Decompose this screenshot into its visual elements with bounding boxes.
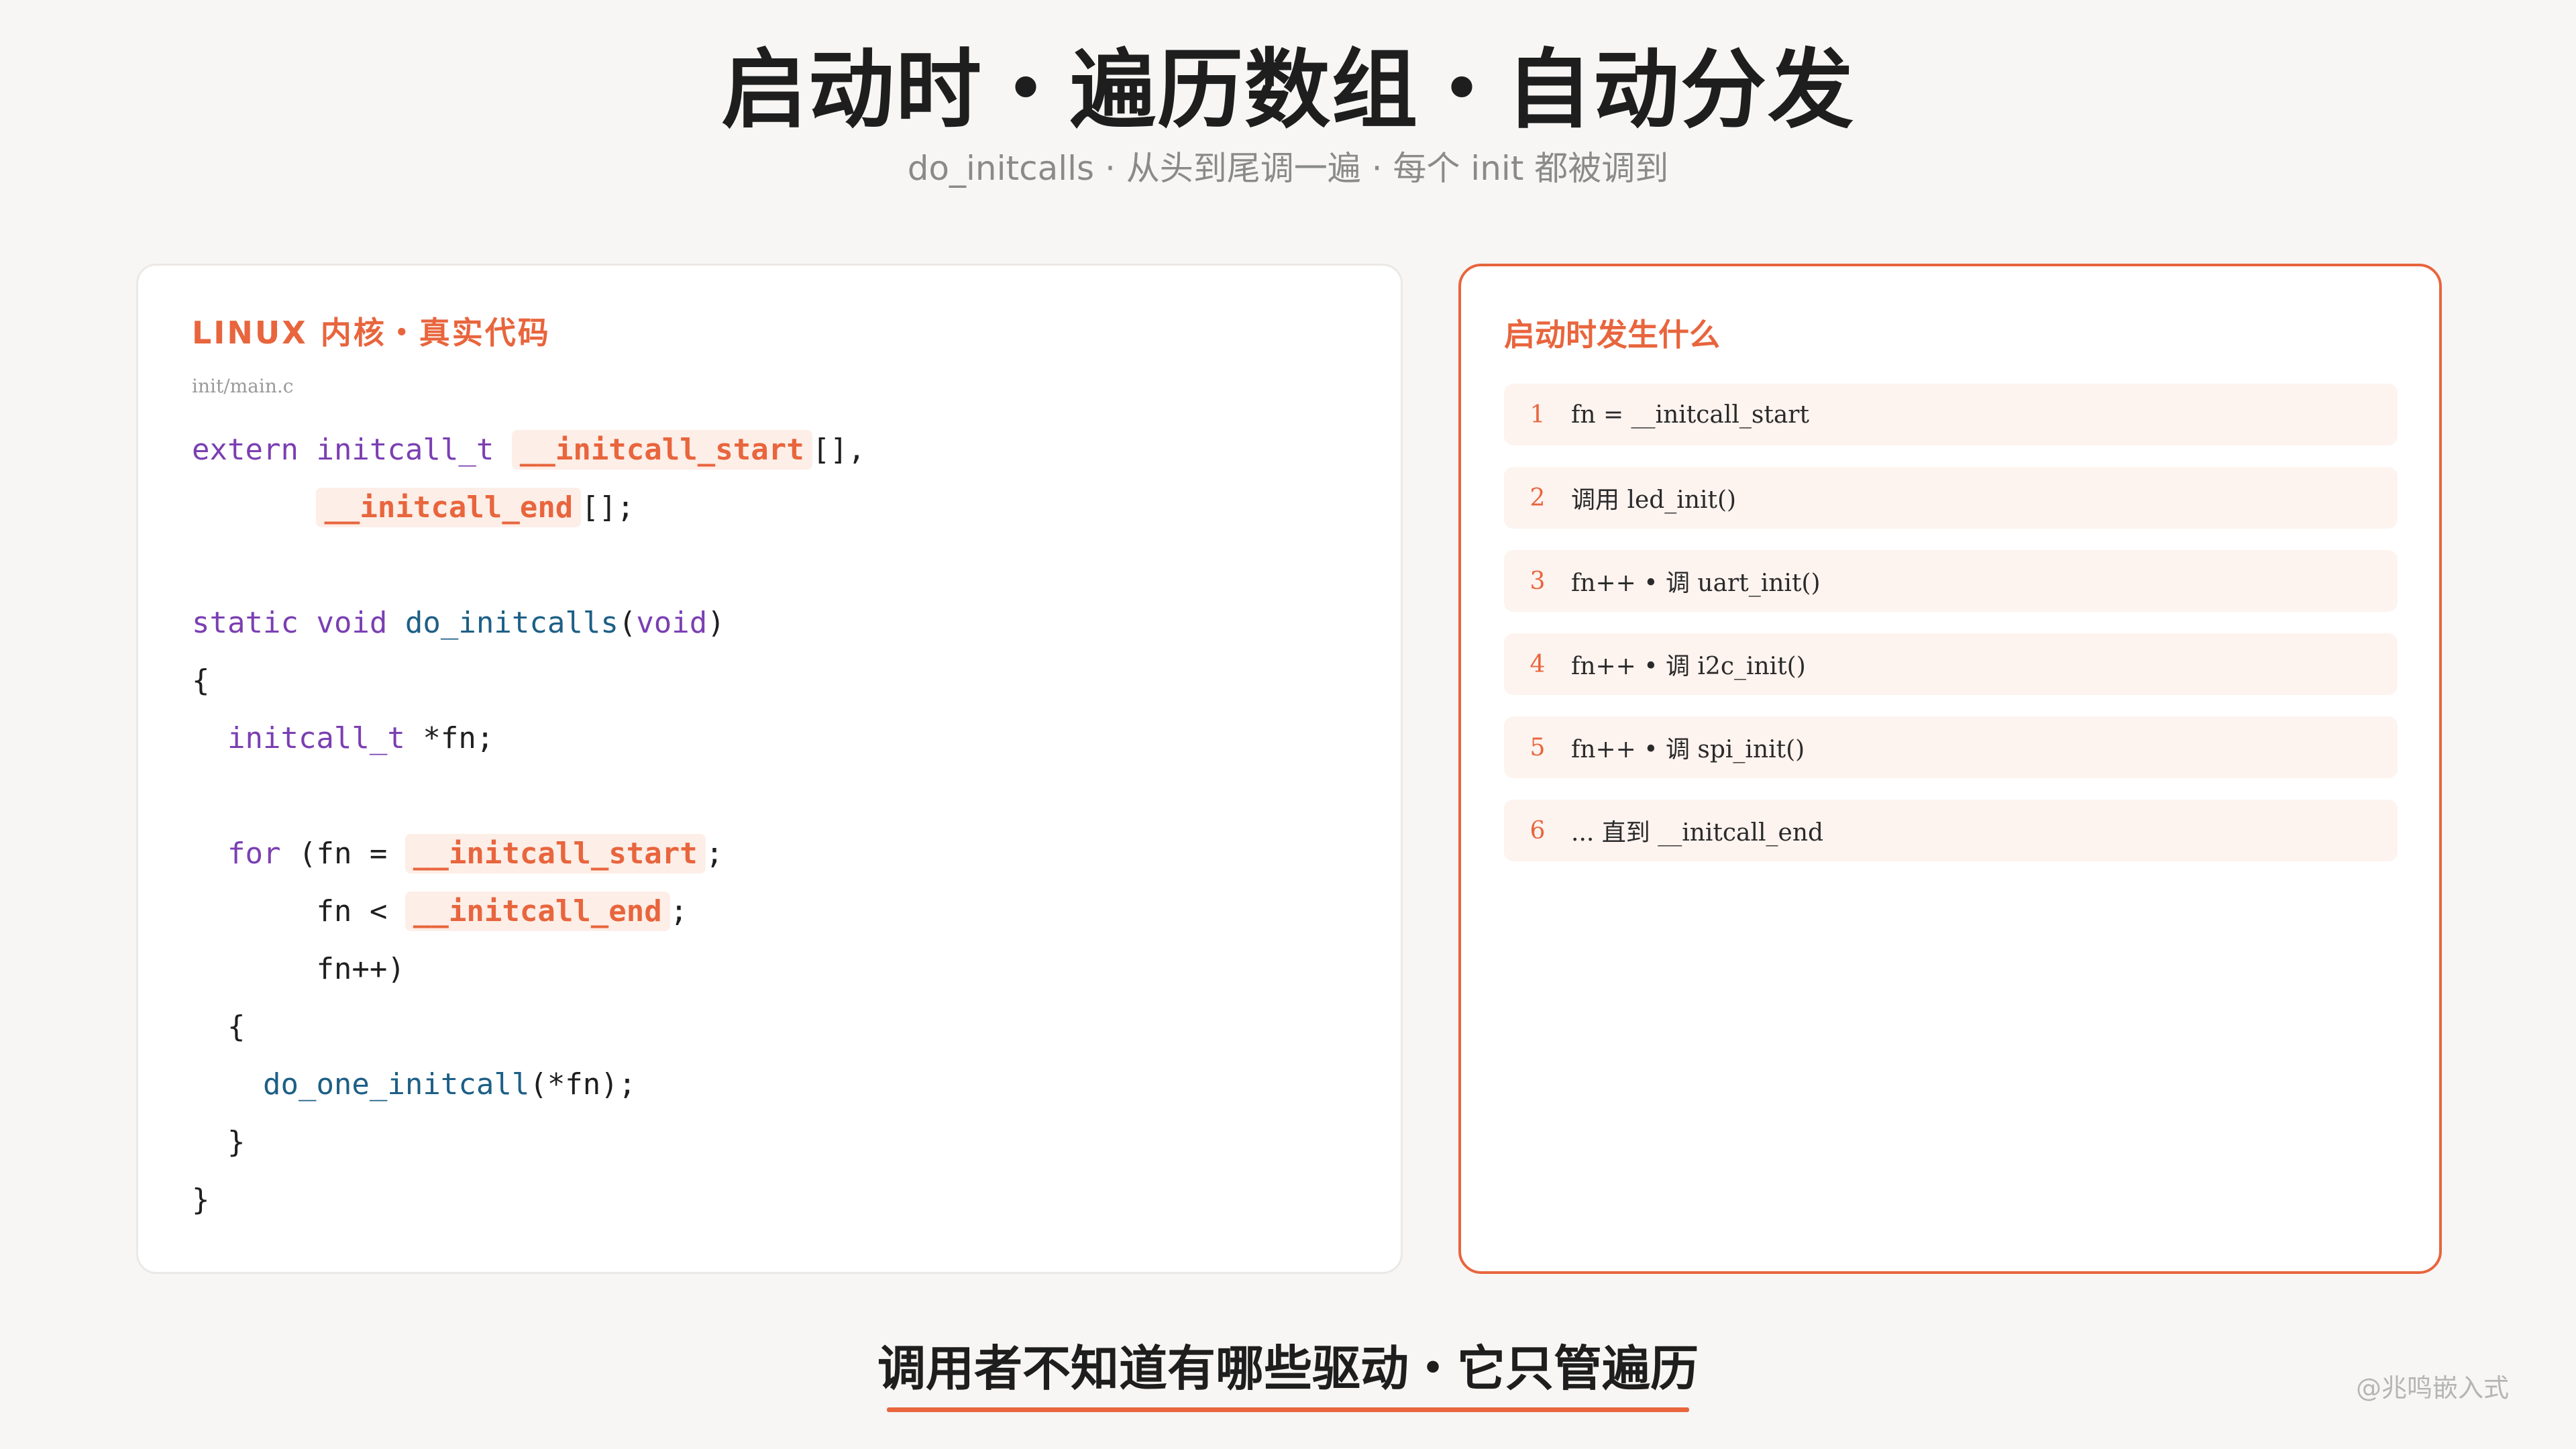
step-text: 调用 led_init() [1571,486,1737,514]
step-item: 5 fn++ • 调 spi_init() [1504,716,2398,778]
initcall-start-highlight: __initcall_start [511,430,812,470]
code-token: *fn; [423,721,494,755]
code-line: for (fn = __initcall_start; [192,825,865,883]
code-token: ) [707,606,725,640]
code-token: ( [618,606,637,640]
file-path: init/main.c [192,375,294,397]
code-line: } [192,1114,865,1171]
initcall-end-highlight: __initcall_end [405,892,670,931]
step-text: fn = __initcall_start [1571,400,1809,429]
step-number: 6 [1529,816,1546,845]
step-number: 5 [1529,733,1546,761]
keyword-token: static [192,606,299,640]
step-item: 2 调用 led_init() [1504,467,2398,529]
code-token: { [192,663,210,698]
step-text: fn++ • 调 spi_init() [1571,736,1805,763]
steps-card-heading: 启动时发生什么 [1504,317,1720,353]
code-line: __initcall_end []; [192,479,865,537]
step-item: 3 fn++ • 调 uart_init() [1504,550,2398,612]
step-text: ... 直到 __initcall_end [1571,819,1824,847]
step-item: 6 ... 直到 __initcall_end [1504,800,2398,861]
step-number: 3 [1529,567,1546,595]
step-text: fn++ • 调 i2c_init() [1571,653,1806,680]
step-number: 2 [1529,484,1546,512]
code-token: []; [581,490,635,525]
code-line: static void do_initcalls(void) [192,594,865,652]
code-block: extern initcall_t __initcall_start [], __… [192,421,865,1229]
keyword-token: for [227,837,281,871]
keyword-token: extern [192,433,299,467]
code-token: ; [669,894,688,928]
code-token: fn < [316,894,388,928]
code-token: (fn = [298,837,388,871]
step-item: 1 fn = __initcall_start [1504,384,2398,445]
code-card: LINUX 内核・真实代码 init/main.c extern initcal… [136,264,1403,1274]
bottom-underline [887,1407,1689,1412]
code-token: ; [705,837,724,871]
code-line: extern initcall_t __initcall_start [], [192,421,865,479]
step-text: fn++ • 调 uart_init() [1571,570,1821,597]
bottom-conclusion: 调用者不知道有哪些驱动・它只管遍历 [877,1340,1699,1397]
function-name-token: do_initcalls [405,606,619,640]
type-token: initcall_t [316,433,494,467]
code-line: } [192,1171,865,1229]
code-line: do_one_initcall(*fn); [192,1056,865,1114]
code-token: fn++) [316,952,405,986]
code-line: fn++) [192,941,865,998]
step-item: 4 fn++ • 调 i2c_init() [1504,633,2398,695]
initcall-end-highlight: __initcall_end [316,488,582,527]
code-token: [], [812,433,866,467]
code-line: fn < __initcall_end; [192,883,865,941]
keyword-token: void [636,606,708,640]
code-line: initcall_t *fn; [192,710,865,767]
keyword-token: void [316,606,388,640]
page-title: 启动时・遍历数组・自动分发 [720,40,1855,140]
watermark: @兆鸣嵌入式 [2355,1373,2509,1403]
code-token: } [227,1125,246,1159]
initcall-start-highlight: __initcall_start [405,834,706,873]
steps-card: 启动时发生什么 1 fn = __initcall_start 2 调用 led… [1458,264,2442,1274]
code-token: { [227,1010,246,1044]
code-token: } [192,1183,210,1217]
code-token: (*fn); [529,1067,637,1102]
code-card-heading: LINUX 内核・真实代码 [192,315,551,351]
step-number: 1 [1529,400,1546,429]
function-name-token: do_one_initcall [262,1067,530,1102]
page-subtitle: do_initcalls · 从头到尾调一遍 · 每个 init 都被调到 [907,149,1669,188]
type-token: initcall_t [227,721,405,755]
step-number: 4 [1529,650,1546,678]
code-line: { [192,998,865,1056]
code-line: { [192,652,865,710]
